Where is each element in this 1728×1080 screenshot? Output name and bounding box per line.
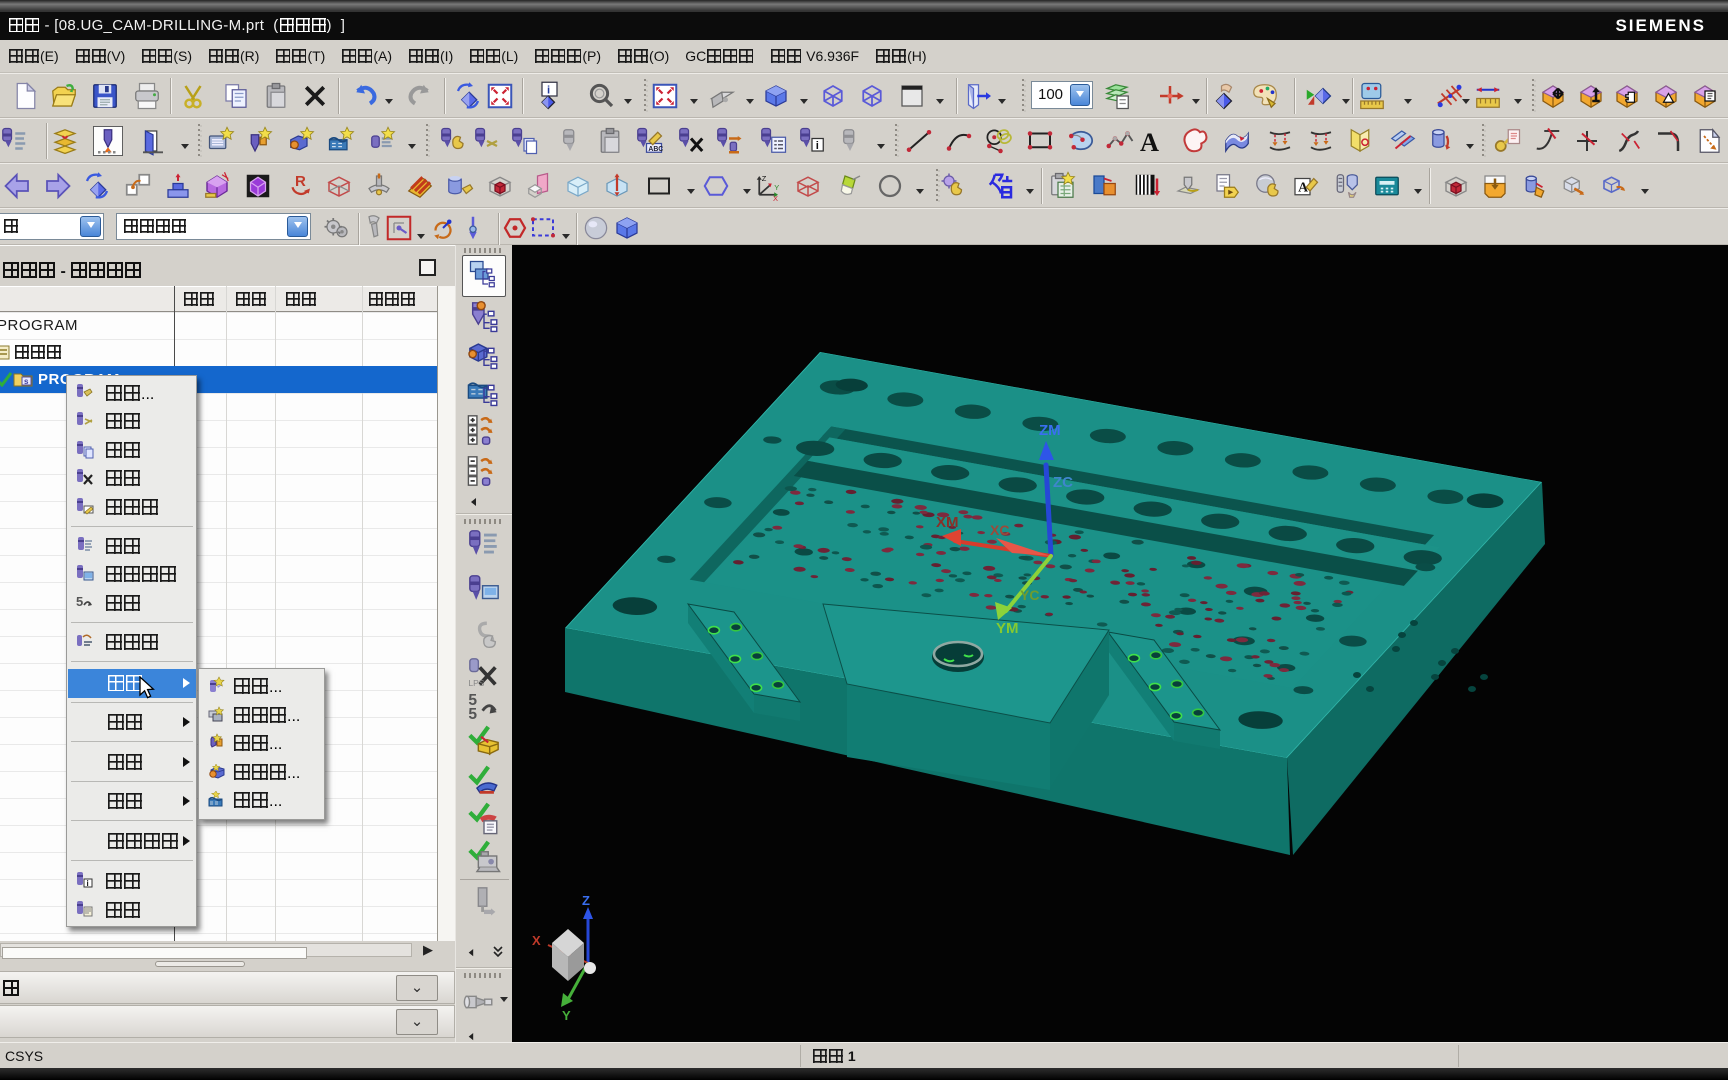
svg-text:X: X [773,194,778,201]
svg-text:Z: Z [762,174,767,183]
svg-text:A: A [1140,128,1159,156]
svg-text:XM: XM [936,514,959,531]
svg-text:YM: YM [996,620,1019,637]
svg-text:5: 5 [468,706,477,722]
svg-text:i: i [547,85,550,97]
svg-text:X: X [532,933,541,948]
svg-text:ZM: ZM [1039,422,1061,439]
svg-text:LPS: LPS [468,678,484,688]
svg-text:5: 5 [76,594,83,609]
svg-text:ZC: ZC [1053,474,1073,491]
svg-text:YC: YC [1020,587,1039,603]
svg-text:R: R [295,173,306,190]
svg-text:XC: XC [990,522,1009,538]
svg-text:Y: Y [562,1008,571,1023]
svg-text:s: s [24,377,29,386]
svg-text:ABC: ABC [648,146,663,153]
svg-text:i: i [87,879,89,888]
svg-text:Y: Y [774,183,779,192]
svg-text:i: i [816,140,819,152]
svg-text:Z: Z [582,893,590,908]
